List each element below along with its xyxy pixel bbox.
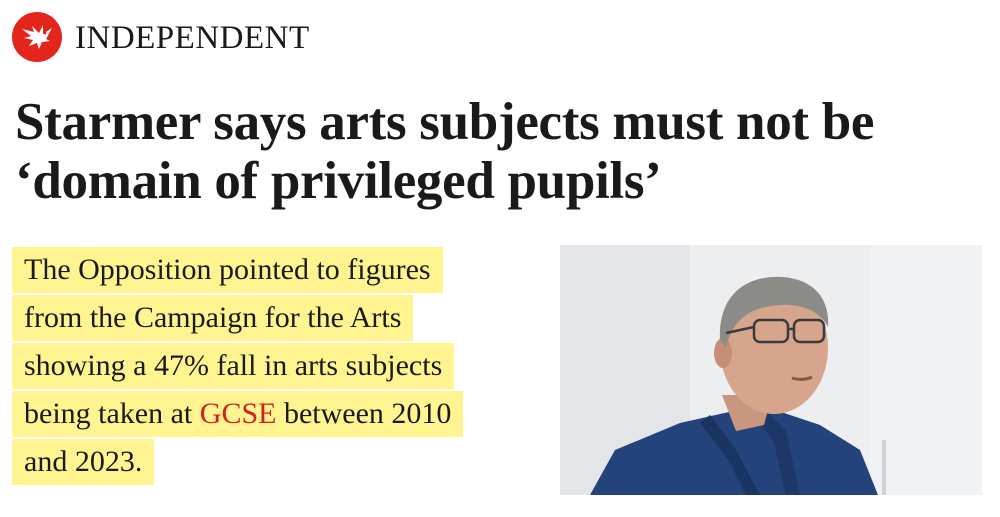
headline-line-2: ‘domain of privileged pupils’ (15, 152, 662, 210)
article-photo[interactable] (560, 245, 982, 495)
excerpt-line-4-start: being taken at (24, 397, 200, 430)
headline[interactable]: Starmer says arts subjects must not be ‘… (15, 93, 990, 211)
highlighted-excerpt: The Opposition pointed to figures from t… (12, 246, 542, 486)
excerpt-line-4-end: between 2010 (276, 397, 452, 430)
gcse-link[interactable]: GCSE (200, 397, 277, 430)
excerpt-line-2: from the Campaign for the Arts (12, 295, 414, 341)
excerpt-line-5: and 2023. (12, 439, 155, 485)
excerpt-line-4: being taken at GCSE between 2010 (12, 391, 464, 437)
eagle-icon[interactable] (12, 12, 62, 62)
masthead[interactable]: INDEPENDENT (12, 12, 310, 62)
excerpt-line-3: showing a 47% fall in arts subjects (12, 343, 455, 389)
headline-line-1: Starmer says arts subjects must not be (15, 93, 875, 151)
excerpt-line-1: The Opposition pointed to figures (12, 247, 443, 293)
brand-wordmark[interactable]: INDEPENDENT (75, 21, 310, 55)
